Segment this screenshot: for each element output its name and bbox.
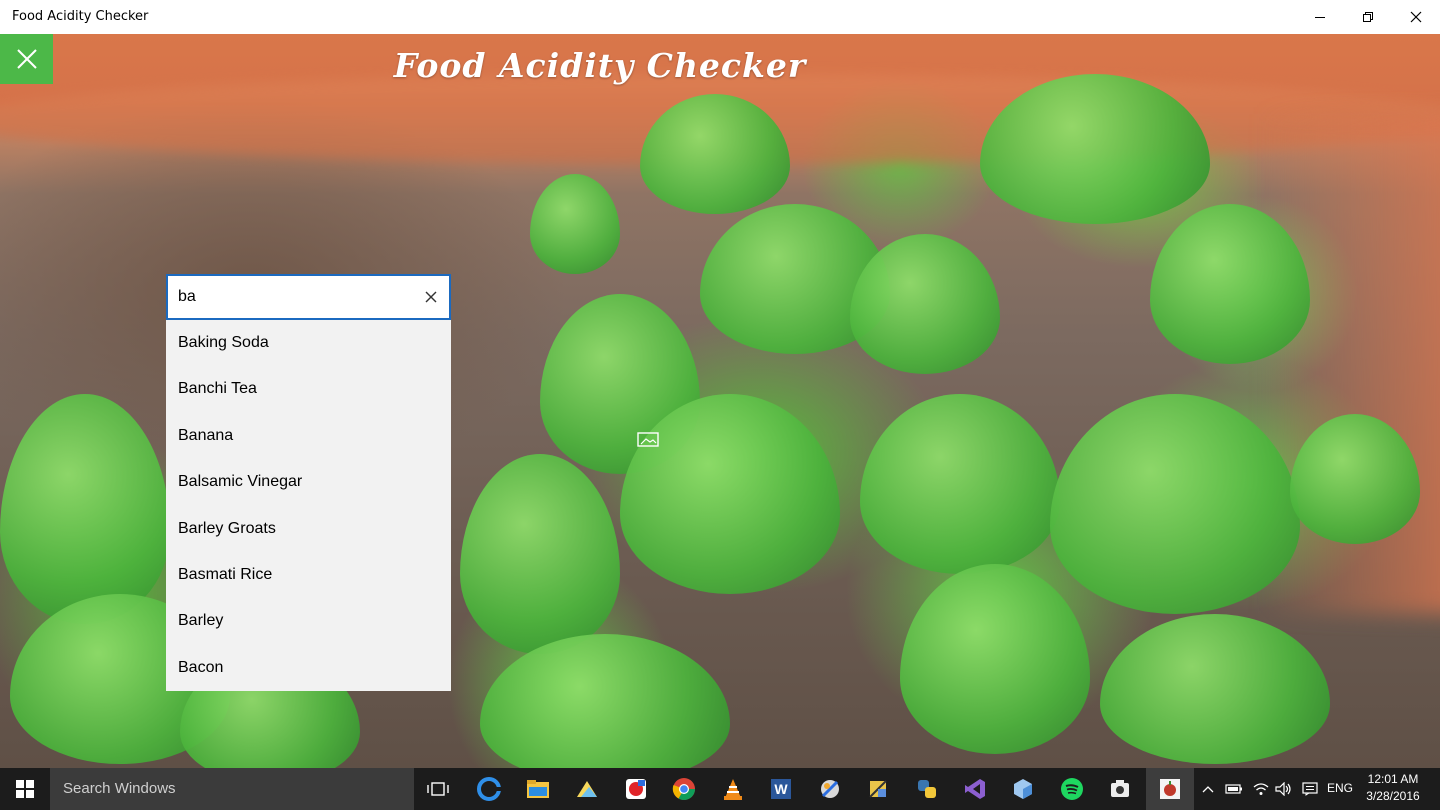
chevron-up-icon [1202, 786, 1214, 793]
start-button[interactable] [0, 768, 50, 810]
leaf-decoration [900, 564, 1090, 754]
close-window-button[interactable] [1392, 0, 1440, 34]
suggestion-item[interactable]: Barley [166, 598, 451, 644]
suggestion-item[interactable]: Bacon [166, 645, 451, 691]
leaf-decoration [480, 634, 730, 768]
edge-icon[interactable] [474, 774, 504, 804]
suggestion-item[interactable]: Basmati Rice [166, 552, 451, 598]
taskbar-search-box[interactable]: Search Windows [50, 768, 414, 810]
suggestion-item[interactable]: Barley Groats [166, 506, 451, 552]
food-search-input[interactable] [178, 284, 408, 310]
window-title: Food Acidity Checker [12, 9, 149, 24]
suggestion-item[interactable]: Banchi Tea [166, 366, 451, 412]
leaf-decoration [1100, 614, 1330, 764]
food-search-box[interactable] [166, 274, 451, 320]
image-placeholder-icon [637, 431, 661, 454]
task-view-icon[interactable] [423, 774, 453, 804]
windows-logo-icon [16, 780, 34, 798]
restore-icon [1363, 12, 1373, 22]
clock-time: 12:01 AM [1367, 772, 1419, 786]
chrome-icon[interactable] [669, 774, 699, 804]
suggestion-list: Baking Soda Banchi Tea Banana Balsamic V… [166, 320, 451, 691]
wifi-icon[interactable] [1249, 768, 1273, 810]
taskbar-clock[interactable]: 12:01 AM 3/28/2016 [1358, 771, 1428, 805]
clear-search-button[interactable] [423, 289, 439, 305]
taskbar: Search Windows W ENG 12:01 AM 3/28/2016 [0, 768, 1440, 810]
close-icon [425, 291, 437, 303]
app-title: Food Acidity Checker [393, 46, 807, 85]
input-language-indicator[interactable]: ENG [1327, 781, 1353, 795]
spotify-icon[interactable] [1057, 774, 1087, 804]
app-background: Food Acidity Checker Baking Soda Banchi … [0, 34, 1440, 768]
leaf-decoration [860, 394, 1060, 574]
vlc-icon[interactable] [718, 774, 748, 804]
paint-app-icon[interactable] [621, 774, 651, 804]
taskbar-search-placeholder: Search Windows [63, 780, 176, 797]
folder-app-icon[interactable] [572, 774, 602, 804]
box-app-icon[interactable] [1008, 774, 1038, 804]
leaf-decoration [460, 454, 620, 654]
suggestion-item[interactable]: Baking Soda [166, 320, 451, 366]
tools-app-icon[interactable] [815, 774, 845, 804]
volume-icon[interactable] [1273, 768, 1295, 810]
restore-button[interactable] [1344, 0, 1392, 34]
action-center-icon[interactable] [1299, 768, 1321, 810]
battery-icon[interactable] [1222, 768, 1246, 810]
visual-studio-icon[interactable] [960, 774, 990, 804]
window-titlebar: Food Acidity Checker [0, 0, 1440, 34]
suggestion-item[interactable]: Banana [166, 413, 451, 459]
file-explorer-icon[interactable] [523, 774, 553, 804]
camera-app-icon[interactable] [1105, 774, 1135, 804]
word-icon[interactable]: W [766, 774, 796, 804]
close-icon [1410, 11, 1422, 23]
clock-date: 3/28/2016 [1366, 789, 1420, 803]
minimize-button[interactable] [1296, 0, 1344, 34]
show-hidden-icons-button[interactable] [1198, 768, 1218, 810]
svg-text:W: W [774, 781, 788, 797]
settings-app-icon[interactable] [863, 774, 893, 804]
python-icon[interactable] [912, 774, 942, 804]
suggestion-item[interactable]: Balsamic Vinegar [166, 459, 451, 505]
leaf-decoration [0, 394, 170, 624]
minimize-icon [1315, 17, 1325, 18]
food-acidity-checker-icon[interactable] [1155, 774, 1185, 804]
leaf-decoration [530, 174, 620, 274]
